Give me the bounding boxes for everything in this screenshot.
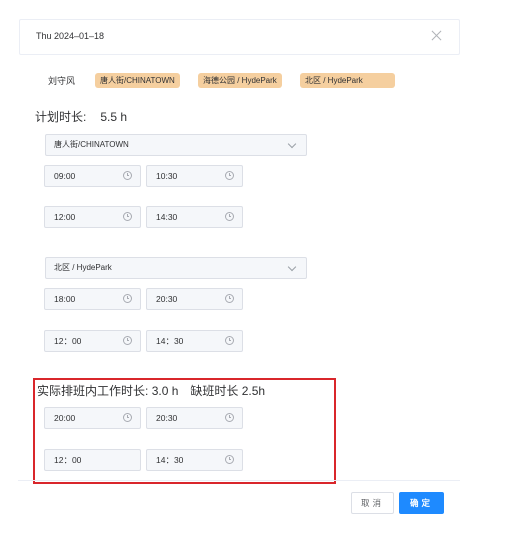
date-text: Thu 2024–01–18 bbox=[36, 31, 105, 41]
time-value: 10:30 bbox=[156, 171, 178, 181]
time-value: 12：00 bbox=[54, 336, 82, 346]
end-time-input[interactable]: 14：30 bbox=[146, 449, 243, 471]
location-tag: 北区 / HydePark bbox=[300, 73, 395, 88]
start-time-input[interactable]: 18:00 bbox=[44, 288, 141, 310]
location-select[interactable]: 北区 / HydePark bbox=[45, 257, 307, 279]
clock-icon bbox=[225, 212, 234, 221]
start-time-input[interactable]: 20:00 bbox=[44, 407, 141, 429]
start-time-input[interactable]: 09:00 bbox=[44, 165, 141, 187]
clock-icon bbox=[123, 171, 132, 180]
location-select-value: 北区 / HydePark bbox=[54, 263, 112, 272]
actual-duration-value: 3.0 h bbox=[151, 384, 179, 398]
clock-icon bbox=[123, 212, 132, 221]
clock-icon bbox=[123, 294, 132, 303]
time-value: 12：00 bbox=[54, 455, 82, 465]
plan-duration-value: 5.5 h bbox=[100, 110, 128, 124]
clock-icon bbox=[225, 413, 234, 422]
time-value: 14：30 bbox=[156, 455, 184, 465]
clock-icon bbox=[225, 294, 234, 303]
clock-icon bbox=[225, 336, 234, 345]
location-select[interactable]: 唐人街/CHINATOWN bbox=[45, 134, 307, 156]
end-time-input[interactable]: 14：30 bbox=[146, 330, 243, 352]
time-value: 20:00 bbox=[54, 413, 76, 423]
chevron-down-icon bbox=[287, 262, 297, 272]
location-tag: 海德公园 / HydePark bbox=[198, 73, 282, 88]
cancel-button[interactable]: 取消 bbox=[351, 492, 394, 514]
clock-icon bbox=[123, 336, 132, 345]
close-icon[interactable] bbox=[430, 29, 444, 43]
end-time-input[interactable]: 10:30 bbox=[146, 165, 243, 187]
start-time-input[interactable]: 12:00 bbox=[44, 206, 141, 228]
chevron-down-icon bbox=[287, 139, 297, 149]
start-time-input[interactable]: 12：00 bbox=[44, 330, 141, 352]
missing-duration: 缺班时长 2.5h bbox=[190, 384, 266, 398]
clock-icon bbox=[225, 455, 234, 464]
date-header: Thu 2024–01–18 bbox=[19, 19, 460, 55]
time-value: 09:00 bbox=[54, 171, 76, 181]
time-value: 14：30 bbox=[156, 336, 184, 346]
plan-duration: 计划时长: 5.5 h bbox=[35, 108, 127, 125]
end-time-input[interactable]: 20:30 bbox=[146, 288, 243, 310]
confirm-button[interactable]: 确定 bbox=[399, 492, 444, 514]
clock-icon bbox=[123, 413, 132, 422]
time-value: 20:30 bbox=[156, 294, 178, 304]
footer-divider bbox=[18, 480, 460, 481]
actual-duration: 实际排班内工作时长: 3.0 h 缺班时长 2.5h bbox=[37, 382, 265, 399]
location-tag: 唐人街/CHINATOWN bbox=[95, 73, 180, 88]
actual-duration-label: 实际排班内工作时长: bbox=[37, 384, 149, 398]
end-time-input[interactable]: 20:30 bbox=[146, 407, 243, 429]
end-time-input[interactable]: 14:30 bbox=[146, 206, 243, 228]
time-value: 20:30 bbox=[156, 413, 178, 423]
start-time-input[interactable]: 12：00 bbox=[44, 449, 141, 471]
person-name: 刘守风 bbox=[48, 76, 76, 86]
time-value: 18:00 bbox=[54, 294, 76, 304]
time-value: 14:30 bbox=[156, 212, 178, 222]
plan-duration-label: 计划时长: bbox=[35, 110, 87, 124]
time-value: 12:00 bbox=[54, 212, 76, 222]
location-select-value: 唐人街/CHINATOWN bbox=[54, 140, 129, 149]
clock-icon bbox=[225, 171, 234, 180]
